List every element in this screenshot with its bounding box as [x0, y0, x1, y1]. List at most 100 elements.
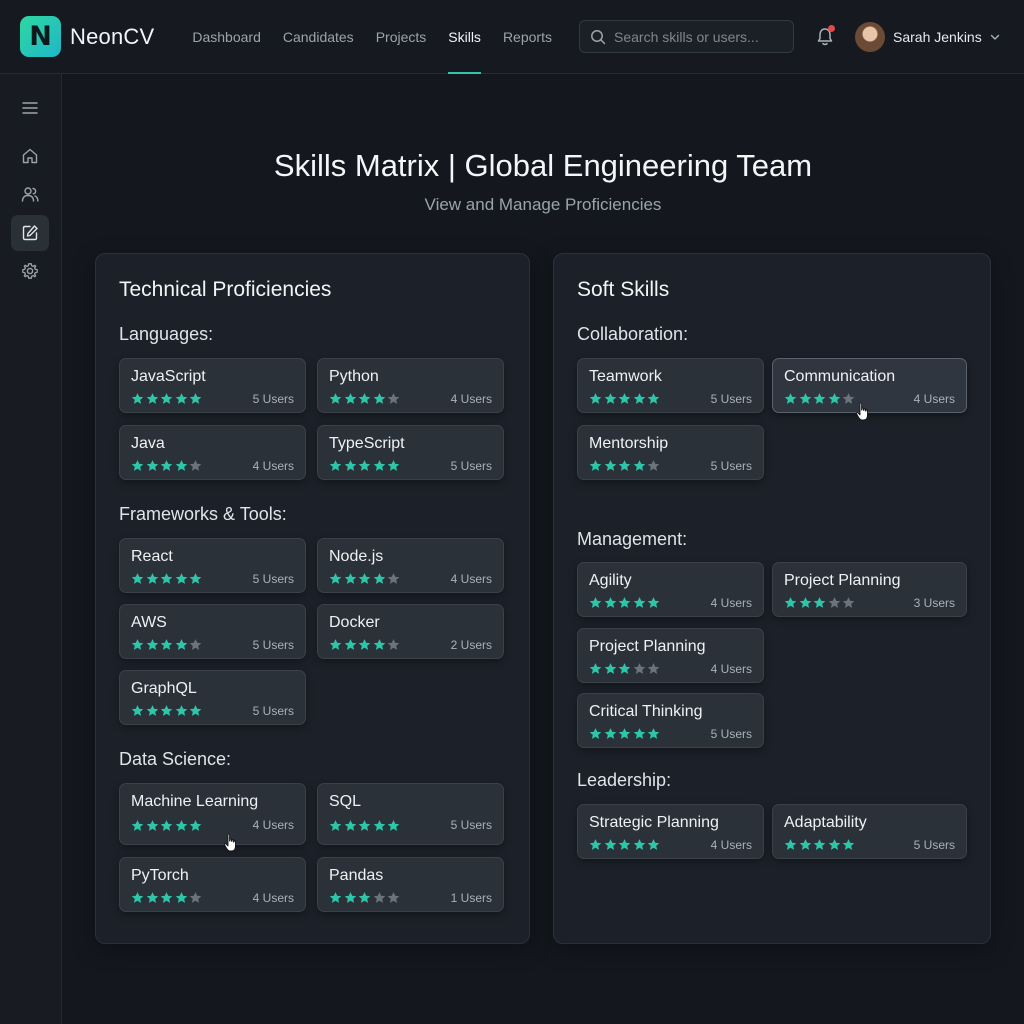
- star-rating: [784, 596, 857, 609]
- star-filled-icon: [329, 820, 342, 831]
- skill-card[interactable]: PyTorch 4 Users: [119, 857, 306, 912]
- star-filled-icon: [604, 393, 616, 404]
- skill-name: Machine Learning: [131, 793, 259, 810]
- star-filled-icon: [175, 573, 187, 584]
- search-box: [579, 20, 794, 53]
- star-rating: [589, 459, 662, 472]
- star-filled-icon: [604, 728, 616, 739]
- star-filled-icon: [799, 597, 811, 608]
- star-filled-icon: [813, 597, 826, 608]
- skill-card[interactable]: Teamwork 5 Users: [577, 358, 764, 413]
- skill-name: Python: [329, 368, 379, 385]
- skill-card[interactable]: AWS 5 Users: [119, 604, 306, 659]
- nav-candidates[interactable]: Candidates: [283, 0, 354, 74]
- group-title-collaboration: Collaboration:: [577, 324, 689, 344]
- skill-card[interactable]: Pandas 1 Users: [317, 857, 504, 912]
- star-filled-icon: [358, 393, 371, 404]
- skill-name: Critical Thinking: [589, 703, 703, 720]
- star-rating: [589, 392, 662, 405]
- nav-skills[interactable]: Skills: [448, 0, 481, 74]
- skill-card[interactable]: Communication 4 Users: [772, 358, 967, 413]
- star-rating: [329, 891, 402, 904]
- star-empty-icon: [387, 639, 400, 650]
- star-filled-icon: [633, 597, 645, 608]
- skill-name: JavaScript: [131, 368, 206, 385]
- star-filled-icon: [633, 393, 645, 404]
- skill-card[interactable]: Python 4 Users: [317, 358, 504, 413]
- skill-card[interactable]: React 5 Users: [119, 538, 306, 593]
- star-empty-icon: [842, 597, 855, 608]
- skill-card[interactable]: SQL 5 Users: [317, 783, 504, 845]
- gear-icon: [22, 263, 38, 279]
- skill-card[interactable]: Project Planning 4 Users: [577, 628, 764, 683]
- sidebar-item-home[interactable]: [11, 138, 49, 174]
- sidebar-item-users[interactable]: [11, 176, 49, 212]
- skill-name: SQL: [329, 793, 362, 810]
- skill-card[interactable]: JavaScript 5 Users: [119, 358, 306, 413]
- star-rating: [131, 704, 204, 717]
- skill-card[interactable]: Adaptability 5 Users: [772, 804, 967, 859]
- user-count: 4 Users: [252, 891, 294, 905]
- group-title-leadership: Leadership:: [577, 770, 672, 790]
- star-filled-icon: [131, 460, 144, 471]
- star-filled-icon: [160, 820, 173, 831]
- user-count: 4 Users: [913, 392, 955, 406]
- user-count: 5 Users: [710, 392, 752, 406]
- menu-icon: [22, 102, 38, 114]
- star-rating: [131, 819, 204, 832]
- skill-card[interactable]: Mentorship 5 Users: [577, 425, 764, 480]
- skill-name: Project Planning: [589, 638, 706, 655]
- star-filled-icon: [618, 597, 631, 608]
- skill-card[interactable]: Agility 4 Users: [577, 562, 764, 617]
- star-filled-icon: [160, 892, 173, 903]
- star-filled-icon: [175, 705, 187, 716]
- user-count: 5 Users: [252, 638, 294, 652]
- star-filled-icon: [175, 460, 187, 471]
- users-icon: [21, 187, 39, 202]
- star-rating: [784, 392, 857, 405]
- app-logo[interactable]: N NeonCV: [20, 16, 154, 57]
- skill-name: Teamwork: [589, 368, 662, 385]
- user-menu[interactable]: Sarah Jenkins: [855, 22, 1000, 52]
- nav-projects[interactable]: Projects: [376, 0, 427, 74]
- nav-dashboard[interactable]: Dashboard: [192, 0, 261, 74]
- search-input[interactable]: [614, 28, 784, 45]
- star-filled-icon: [618, 728, 631, 739]
- star-empty-icon: [387, 393, 400, 404]
- skill-card[interactable]: TypeScript 5 Users: [317, 425, 504, 480]
- skill-card[interactable]: Docker 2 Users: [317, 604, 504, 659]
- star-filled-icon: [604, 460, 616, 471]
- user-count: 3 Users: [913, 596, 955, 610]
- star-filled-icon: [131, 573, 144, 584]
- star-filled-icon: [813, 839, 826, 850]
- skill-card[interactable]: Node.js 4 Users: [317, 538, 504, 593]
- skill-card[interactable]: Project Planning 3 Users: [772, 562, 967, 617]
- skill-name: Mentorship: [589, 435, 669, 452]
- skill-card[interactable]: GraphQL 5 Users: [119, 670, 306, 725]
- star-filled-icon: [146, 639, 158, 650]
- sidebar-item-skills[interactable]: [11, 215, 49, 251]
- skill-name: PyTorch: [131, 867, 189, 884]
- star-filled-icon: [784, 597, 797, 608]
- group-title-languages: Languages:: [119, 324, 214, 344]
- sidebar-item-settings[interactable]: [11, 253, 49, 289]
- star-filled-icon: [329, 573, 342, 584]
- user-count: 5 Users: [252, 572, 294, 586]
- skill-card[interactable]: Machine Learning 4 Users: [119, 783, 306, 845]
- star-filled-icon: [647, 839, 660, 850]
- sidebar-menu[interactable]: [11, 90, 49, 126]
- skill-name: Pandas: [329, 867, 384, 884]
- star-filled-icon: [633, 728, 645, 739]
- skill-card[interactable]: Strategic Planning 4 Users: [577, 804, 764, 859]
- star-filled-icon: [604, 597, 616, 608]
- star-filled-icon: [175, 820, 187, 831]
- star-filled-icon: [589, 728, 602, 739]
- star-filled-icon: [344, 460, 356, 471]
- nav-reports[interactable]: Reports: [503, 0, 552, 74]
- user-count: 4 Users: [450, 572, 492, 586]
- star-filled-icon: [633, 839, 645, 850]
- skill-card[interactable]: Java 4 Users: [119, 425, 306, 480]
- skill-card[interactable]: Critical Thinking 5 Users: [577, 693, 764, 748]
- skill-name: React: [131, 548, 173, 565]
- user-count: 4 Users: [710, 662, 752, 676]
